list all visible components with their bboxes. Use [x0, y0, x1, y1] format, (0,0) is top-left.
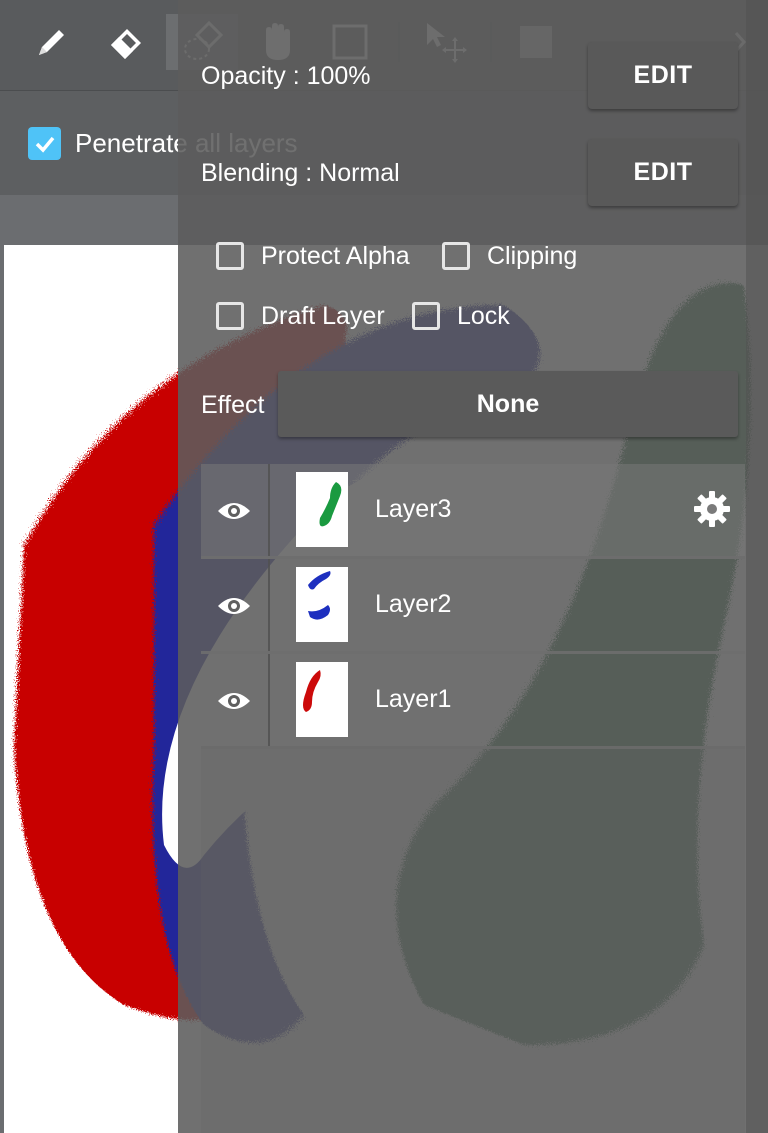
draft-layer-label: Draft Layer — [261, 302, 385, 330]
eye-icon — [218, 503, 250, 519]
eraser-icon — [111, 29, 141, 59]
layer-row-layer2[interactable]: Layer2 — [201, 559, 745, 654]
eye-icon — [218, 693, 250, 709]
layer-name: Layer1 — [375, 685, 452, 713]
clipping-checkbox[interactable] — [442, 242, 470, 270]
opacity-label: Opacity : 100% — [201, 62, 371, 90]
layer-name: Layer2 — [375, 590, 452, 618]
row-divider — [268, 654, 270, 746]
lock-checkbox[interactable] — [412, 302, 440, 330]
layer-settings-button[interactable] — [693, 490, 731, 528]
layer-list-empty-area — [201, 746, 745, 1133]
gear-icon — [694, 491, 730, 527]
effect-select-button[interactable]: None — [278, 371, 738, 437]
blending-edit-button[interactable]: EDIT — [588, 139, 738, 206]
blending-label: Blending : Normal — [201, 159, 400, 187]
layer-list: Layer3 Layer2 Layer1 — [201, 464, 745, 749]
layer-thumbnail — [296, 567, 348, 642]
checkmark-icon — [35, 136, 54, 153]
row-divider — [268, 464, 270, 556]
opacity-edit-button[interactable]: EDIT — [588, 42, 738, 109]
penetrate-all-layers-checkbox[interactable] — [28, 127, 61, 160]
protect-alpha-label: Protect Alpha — [261, 242, 410, 270]
effect-label: Effect — [201, 391, 265, 419]
visibility-toggle[interactable] — [217, 589, 251, 623]
pen-icon — [39, 30, 64, 55]
visibility-toggle[interactable] — [217, 494, 251, 528]
panel-edge — [746, 0, 768, 1133]
lock-label: Lock — [457, 302, 510, 330]
clipping-label: Clipping — [487, 242, 578, 270]
layer-name: Layer3 — [375, 495, 452, 523]
eye-icon — [218, 598, 250, 614]
layer-thumbnail — [296, 472, 348, 547]
protect-alpha-checkbox[interactable] — [216, 242, 244, 270]
row-divider — [268, 559, 270, 651]
layer-row-layer3[interactable]: Layer3 — [201, 464, 745, 559]
visibility-toggle[interactable] — [217, 684, 251, 718]
layer-row-layer1[interactable]: Layer1 — [201, 654, 745, 749]
eraser-tool-button[interactable] — [98, 14, 154, 70]
layer-thumbnail — [296, 662, 348, 737]
draft-layer-checkbox[interactable] — [216, 302, 244, 330]
pen-tool-button[interactable] — [24, 14, 80, 70]
